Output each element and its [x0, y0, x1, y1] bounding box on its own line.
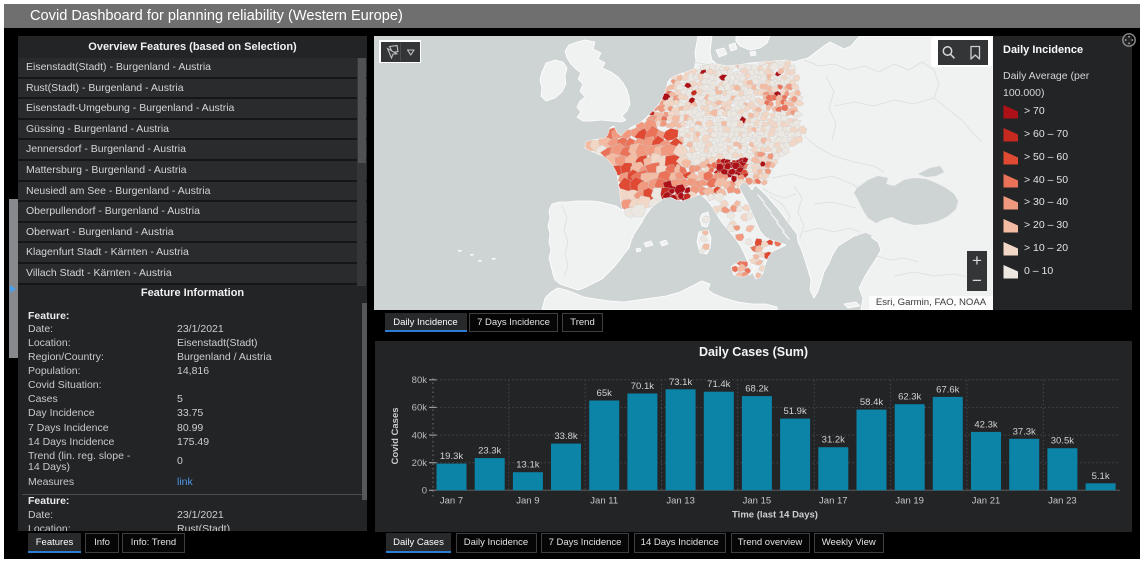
svg-text:73.1k: 73.1k	[669, 377, 692, 388]
svg-text:Jan 13: Jan 13	[666, 496, 695, 507]
svg-text:68.2k: 68.2k	[745, 384, 768, 395]
svg-text:23.3k: 23.3k	[478, 446, 501, 457]
svg-text:60k: 60k	[412, 403, 428, 414]
svg-text:Jan 21: Jan 21	[972, 496, 1001, 507]
svg-text:33.8k: 33.8k	[554, 431, 577, 442]
svg-text:67.6k: 67.6k	[936, 384, 959, 395]
svg-text:19.3k: 19.3k	[440, 451, 463, 462]
svg-text:65k: 65k	[597, 388, 613, 399]
svg-text:37.3k: 37.3k	[1013, 426, 1036, 437]
svg-text:Jan 23: Jan 23	[1048, 496, 1077, 507]
svg-text:13.1k: 13.1k	[516, 460, 539, 471]
svg-text:Jan 7: Jan 7	[440, 496, 463, 507]
svg-text:Time (last 14 Days): Time (last 14 Days)	[732, 510, 818, 521]
svg-text:Jan 15: Jan 15	[743, 496, 772, 507]
svg-text:Jan 19: Jan 19	[895, 496, 924, 507]
svg-text:40k: 40k	[412, 430, 428, 441]
svg-text:31.2k: 31.2k	[822, 435, 845, 446]
svg-text:30.5k: 30.5k	[1051, 436, 1074, 447]
svg-text:71.4k: 71.4k	[707, 379, 730, 390]
svg-text:5.1k: 5.1k	[1092, 471, 1110, 482]
svg-text:80k: 80k	[412, 375, 428, 386]
svg-text:Jan 17: Jan 17	[819, 496, 848, 507]
svg-text:Jan 9: Jan 9	[516, 496, 539, 507]
svg-text:42.3k: 42.3k	[974, 419, 997, 430]
svg-text:58.4k: 58.4k	[860, 397, 883, 408]
svg-text:20k: 20k	[412, 458, 428, 469]
svg-text:70.1k: 70.1k	[631, 381, 654, 392]
svg-text:51.9k: 51.9k	[783, 406, 806, 417]
svg-text:0: 0	[422, 486, 427, 497]
svg-text:Jan 11: Jan 11	[590, 496, 618, 507]
svg-text:Covid Cases: Covid Cases	[390, 407, 401, 464]
svg-text:62.3k: 62.3k	[898, 392, 921, 403]
